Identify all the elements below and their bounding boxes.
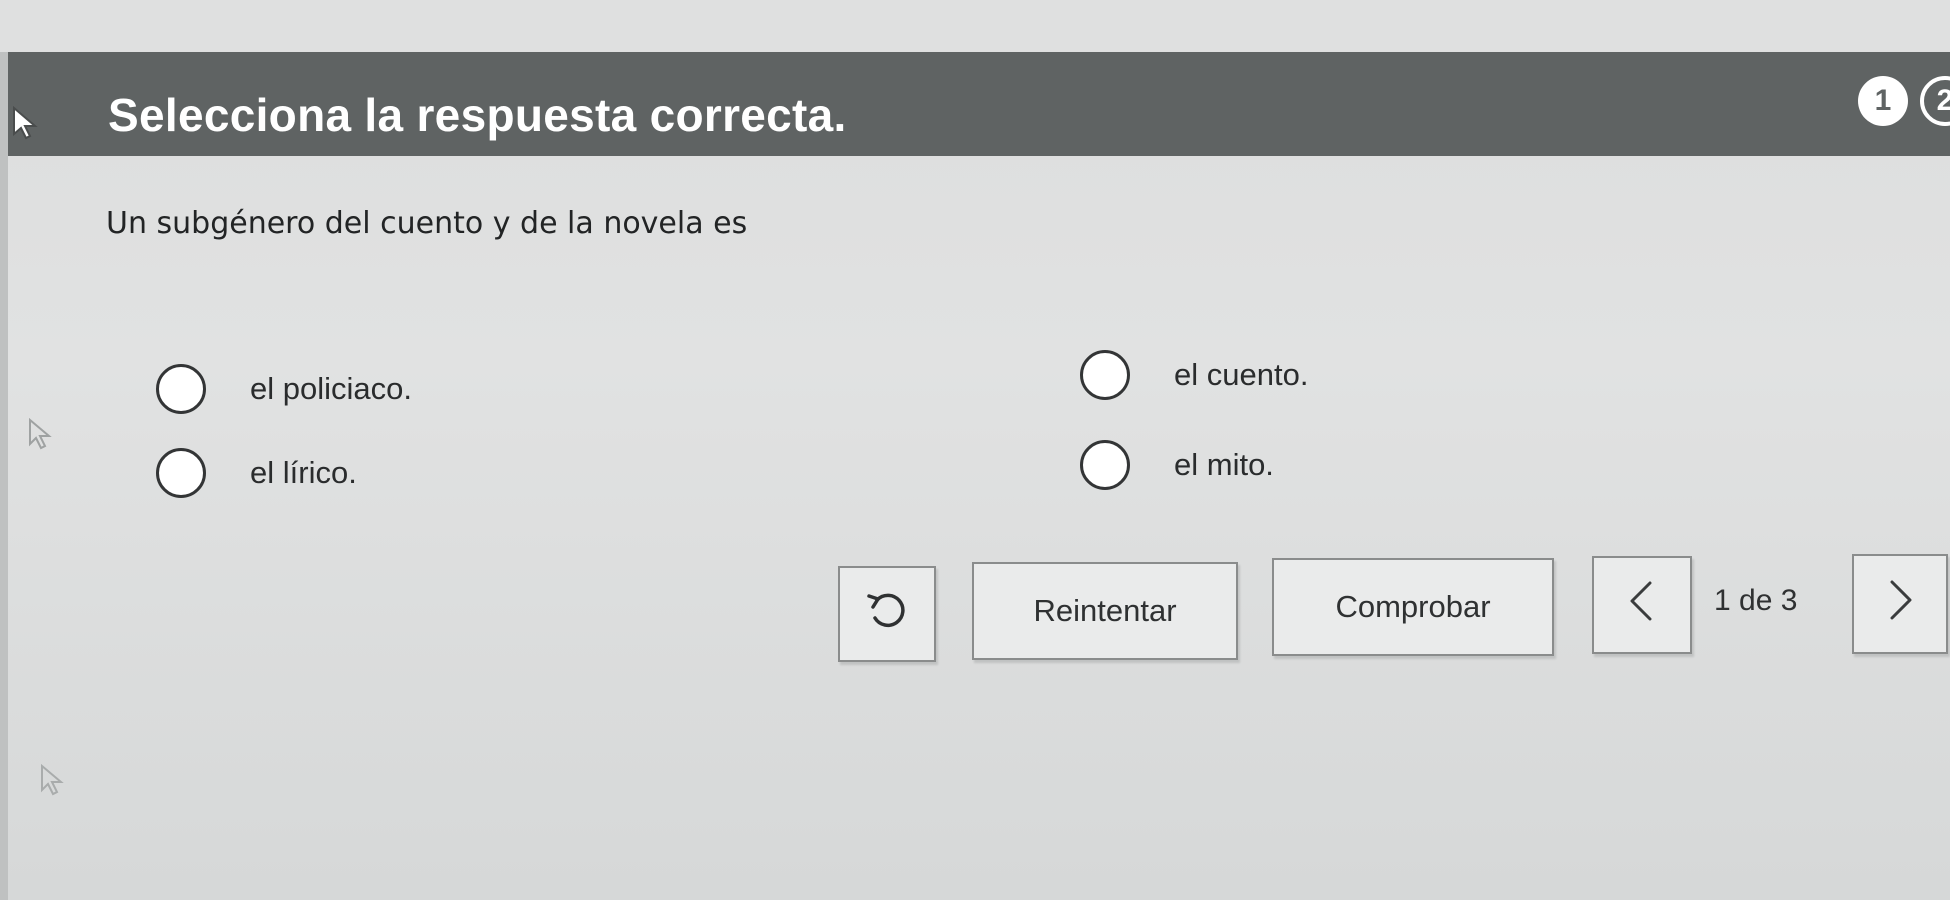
option-label: el mito. xyxy=(1174,447,1274,482)
screen: Selecciona la respuesta correcta. 1 2 Un… xyxy=(0,0,1950,900)
undo-icon xyxy=(863,586,911,642)
radio-button[interactable] xyxy=(1080,350,1130,400)
reset-button[interactable] xyxy=(838,566,936,662)
option-mito[interactable]: el mito. xyxy=(1080,440,1274,490)
question-text: Un subgénero del cuento y de la novela e… xyxy=(106,206,748,241)
option-label: el policiaco. xyxy=(250,371,412,406)
step-badge-1[interactable]: 1 xyxy=(1858,76,1908,126)
step-badge-2[interactable]: 2 xyxy=(1920,76,1950,126)
radio-button[interactable] xyxy=(156,448,206,498)
next-page-button[interactable] xyxy=(1852,554,1948,654)
left-edge xyxy=(0,52,8,900)
option-policiaco[interactable]: el policiaco. xyxy=(156,364,412,414)
page-title: Selecciona la respuesta correcta. xyxy=(108,89,847,141)
page-indicator: 1 de 3 xyxy=(1714,584,1798,617)
option-label: el cuento. xyxy=(1174,357,1309,392)
chevron-right-icon xyxy=(1880,576,1920,632)
previous-page-button[interactable] xyxy=(1592,556,1692,654)
top-strip xyxy=(0,0,1950,52)
header-bar: Selecciona la respuesta correcta. 1 2 xyxy=(0,52,1950,156)
option-label: el lírico. xyxy=(250,455,357,490)
radio-button[interactable] xyxy=(156,364,206,414)
radio-button[interactable] xyxy=(1080,440,1130,490)
option-cuento[interactable]: el cuento. xyxy=(1080,350,1308,400)
option-lirico[interactable]: el lírico. xyxy=(156,448,357,498)
retry-button[interactable]: Reintentar xyxy=(972,562,1238,660)
check-button[interactable]: Comprobar xyxy=(1272,558,1554,656)
chevron-left-icon xyxy=(1622,577,1662,633)
